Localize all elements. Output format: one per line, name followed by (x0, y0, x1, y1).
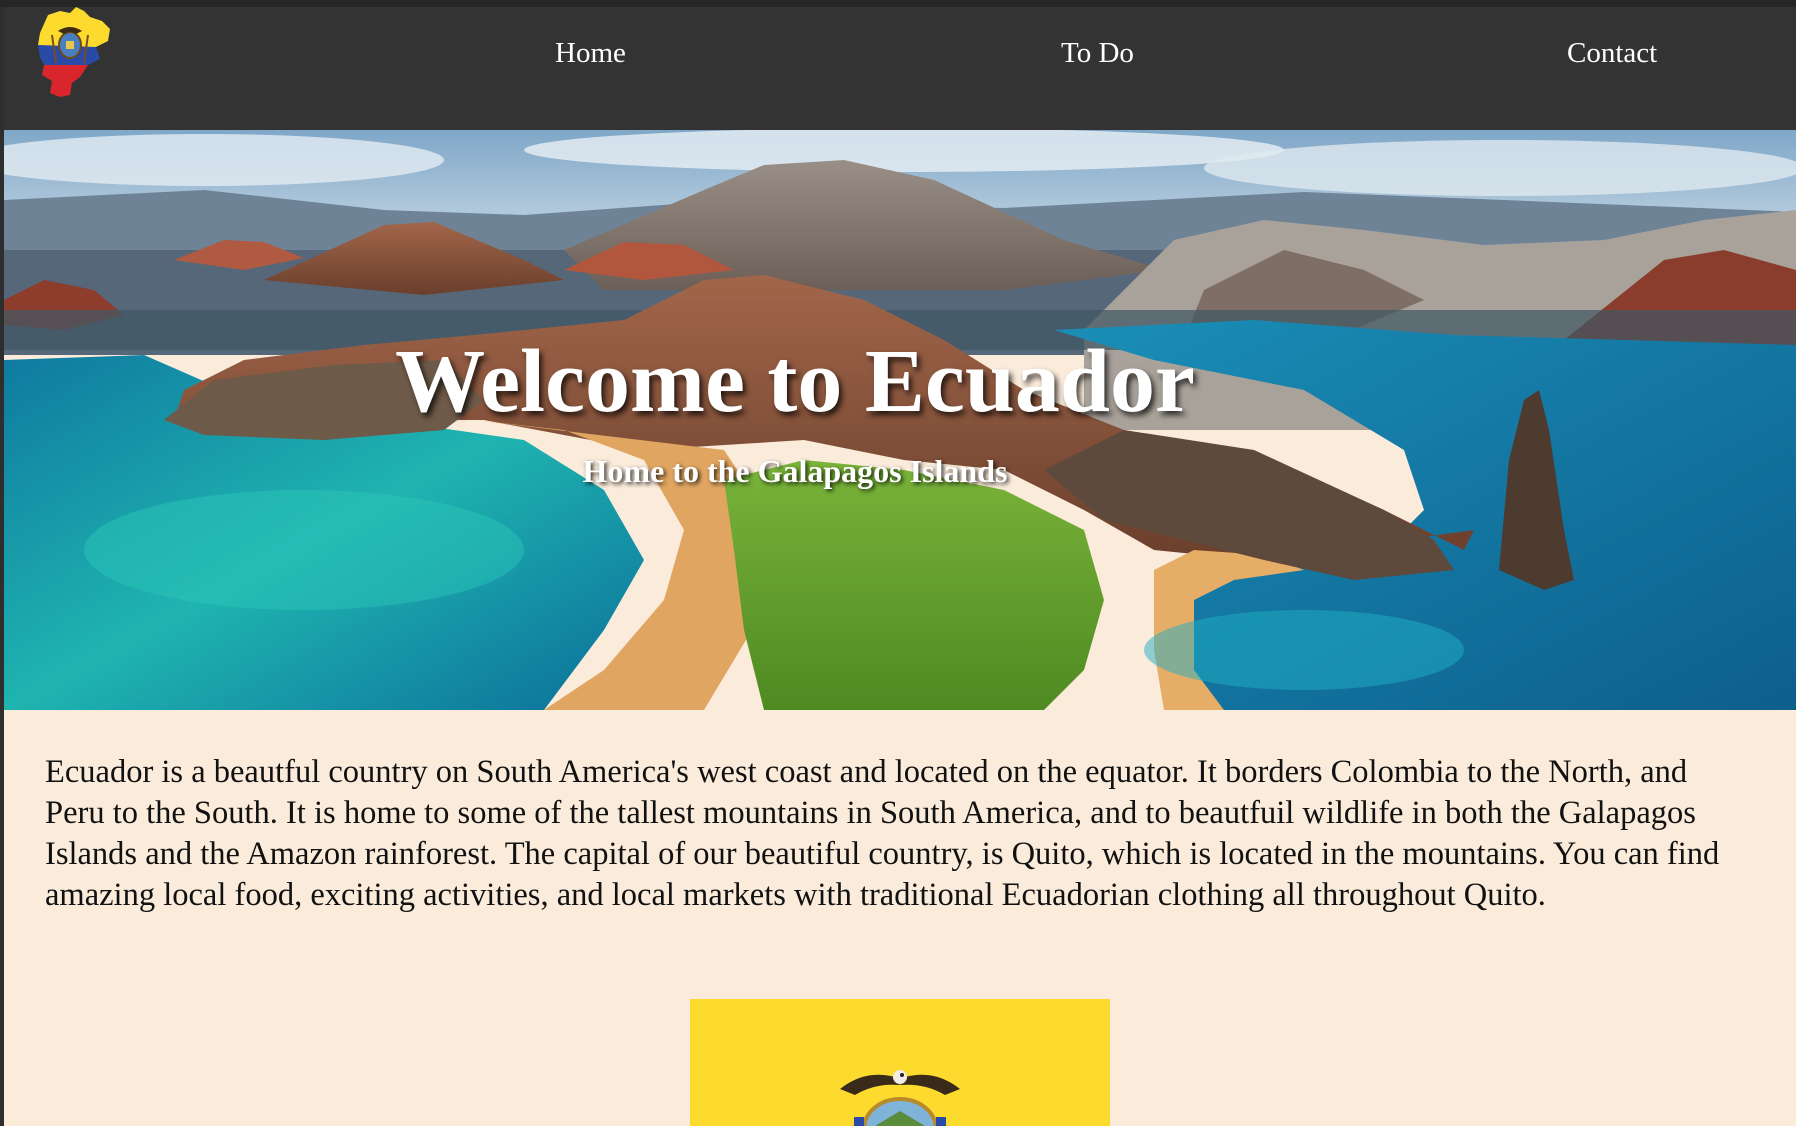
nav-bar: Home To Do Contact (4, 7, 1796, 130)
hero-title: Welcome to Ecuador (395, 332, 1195, 431)
nav-link-to-do[interactable]: To Do (1061, 37, 1134, 70)
nav-link-contact[interactable]: Contact (1567, 37, 1657, 70)
page: Home To Do Contact Welcome to Ecuador Ho… (4, 7, 1796, 1126)
hero-banner: Welcome to Ecuador Home to the Galapagos… (4, 130, 1796, 710)
browser-top-edge (0, 0, 1796, 7)
ecuador-flag-image (690, 999, 1110, 1126)
nav-link-home[interactable]: Home (555, 37, 626, 70)
ecuador-logo-icon[interactable] (30, 7, 126, 107)
hero-subtitle: Home to the Galapagos Islands (582, 453, 1008, 489)
intro-paragraph: Ecuador is a beautful country on South A… (45, 754, 1720, 913)
